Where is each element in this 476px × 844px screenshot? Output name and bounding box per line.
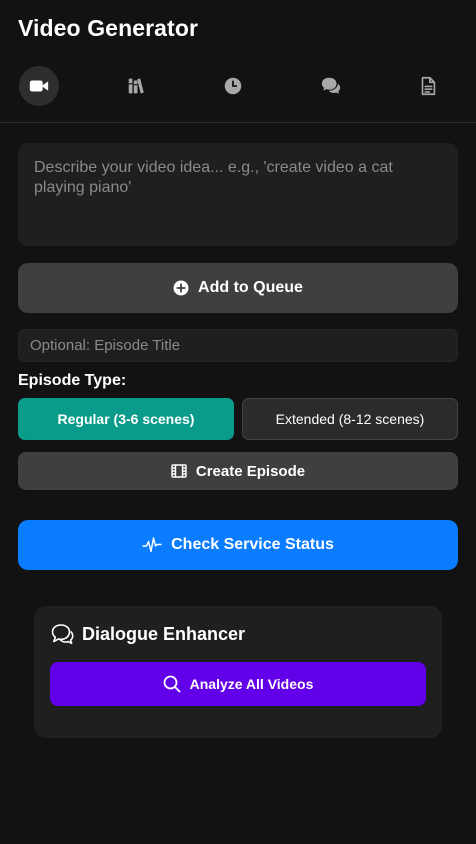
video-idea-input[interactable]: [18, 143, 458, 246]
tab-video[interactable]: [19, 66, 59, 106]
add-to-queue-button[interactable]: Add to Queue: [18, 263, 458, 313]
episode-type-label: Episode Type:: [18, 372, 127, 389]
analyze-all-videos-label: Analyze All Videos: [189, 676, 314, 692]
pulse-icon: [142, 536, 162, 554]
page-title: Video Generator: [18, 15, 199, 41]
dialogue-enhancer-title: Dialogue Enhancer: [82, 623, 246, 644]
chat-bubbles-icon: [320, 75, 342, 97]
header-divider: [0, 122, 476, 123]
search-icon: [163, 675, 181, 693]
tab-bar: [0, 66, 476, 106]
create-episode-button[interactable]: Create Episode: [18, 452, 458, 490]
episode-type-extended-button[interactable]: Extended (8-12 scenes): [242, 398, 458, 440]
document-icon: [417, 75, 439, 97]
analyze-all-videos-button[interactable]: Analyze All Videos: [50, 662, 426, 706]
plus-circle-icon: [173, 280, 189, 296]
episode-type-regular-button[interactable]: Regular (3-6 scenes): [18, 398, 234, 440]
tab-history[interactable]: [213, 66, 253, 106]
film-icon: [171, 464, 187, 478]
episode-type-regular-label: Regular (3-6 scenes): [57, 411, 195, 427]
clock-icon: [222, 75, 244, 97]
tab-documents[interactable]: [408, 66, 448, 106]
tab-library[interactable]: [117, 66, 157, 106]
dialogue-enhancer-card: Dialogue Enhancer Analyze All Videos: [34, 606, 442, 738]
chat-bubble-icon: [50, 623, 74, 645]
dialogue-enhancer-header: Dialogue Enhancer: [50, 623, 245, 645]
check-service-status-button[interactable]: Check Service Status: [18, 520, 458, 570]
add-to-queue-label: Add to Queue: [198, 279, 303, 296]
video-camera-icon: [28, 75, 50, 97]
check-service-status-label: Check Service Status: [171, 536, 334, 553]
create-episode-label: Create Episode: [195, 462, 306, 480]
tab-chat[interactable]: [311, 66, 351, 106]
episode-type-extended-label: Extended (8-12 scenes): [275, 411, 425, 427]
library-icon: [126, 75, 148, 97]
episode-title-input[interactable]: [18, 329, 458, 362]
